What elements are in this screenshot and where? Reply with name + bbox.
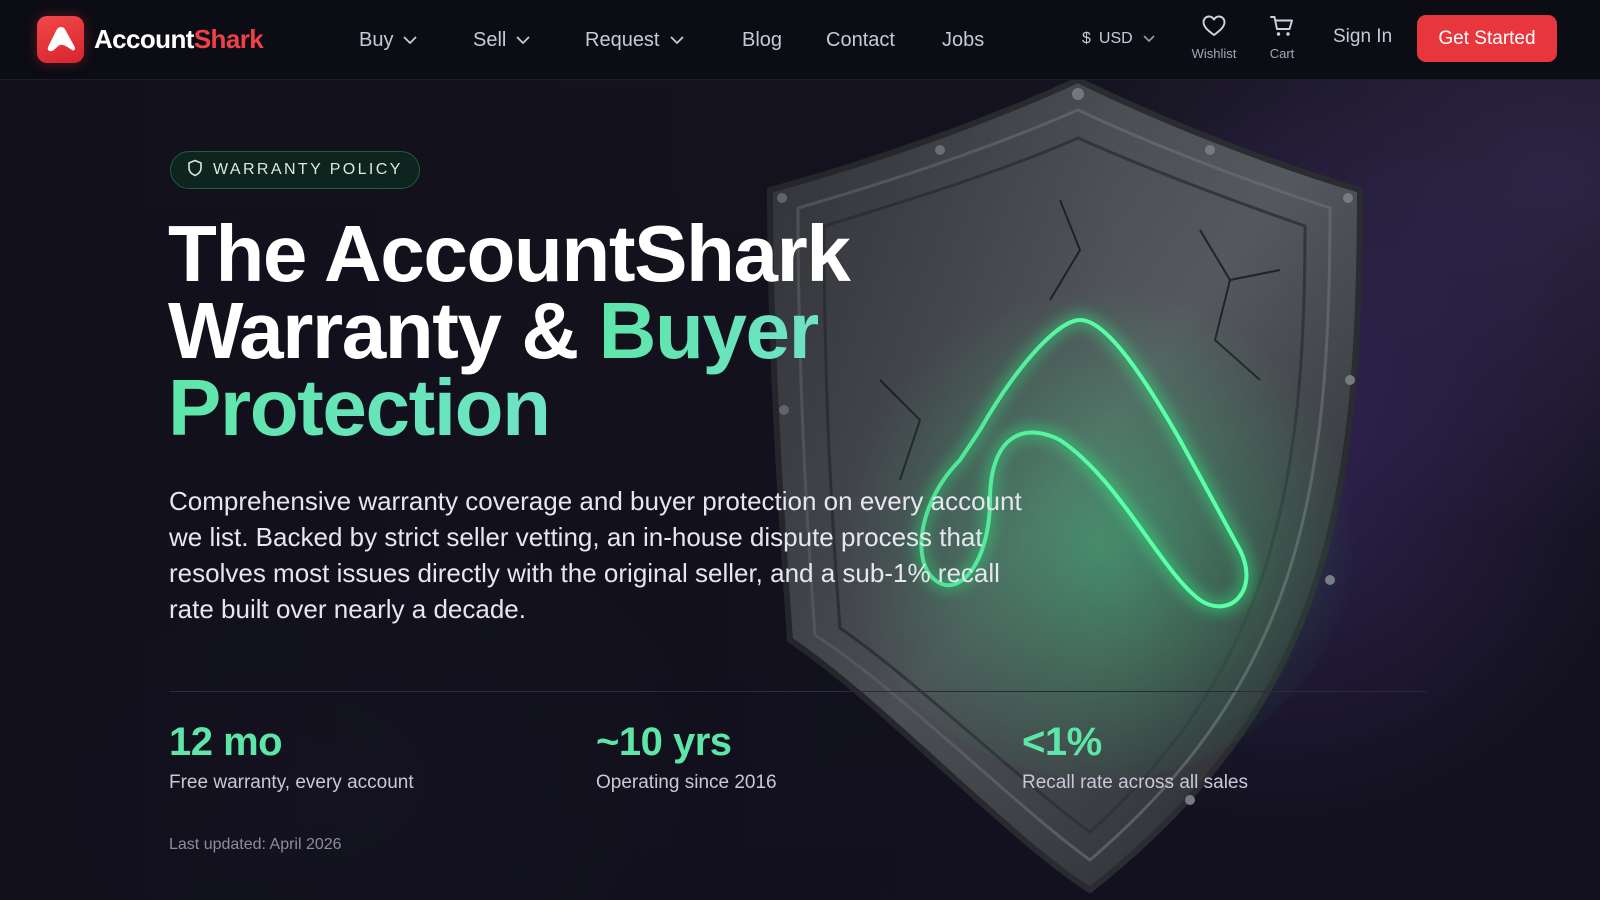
currency-selector[interactable]: $ USD [1082, 27, 1155, 51]
currency-code: USD [1098, 30, 1133, 47]
chevron-down-icon [670, 36, 684, 45]
nav-item-label: Blog [742, 28, 783, 51]
stat-value: <1% [1022, 720, 1102, 764]
cart-label: Cart [1269, 46, 1295, 61]
brand-logo[interactable]: AccountShark [37, 15, 264, 63]
brand-name-part1: Account [94, 23, 194, 54]
stat-operating: ~10 yrs Operating since 2016 [596, 714, 777, 794]
chevron-down-icon [516, 36, 530, 45]
wishlist-label: Wishlist [1191, 46, 1237, 61]
currency-symbol: $ [1082, 30, 1091, 47]
top-navbar: AccountShark Buy Sell Request Blog Conta… [0, 0, 1600, 80]
shield-icon [187, 159, 203, 182]
heart-icon [1201, 14, 1227, 43]
nav-item-jobs[interactable]: Jobs [942, 26, 984, 54]
hero-subtitle: Comprehensive warranty coverage and buye… [169, 486, 1022, 624]
cart-icon [1269, 14, 1295, 43]
last-updated: Last updated: April 2026 [169, 836, 342, 853]
brand-wordmark: AccountShark [94, 23, 264, 55]
accountshark-logo-icon [37, 15, 84, 63]
wishlist-button[interactable]: Wishlist [1186, 14, 1242, 61]
nav-item-blog[interactable]: Blog [742, 26, 782, 54]
nav-item-label: Sell [473, 28, 507, 51]
warranty-policy-badge: WARRANTY POLICY [170, 151, 420, 189]
stat-warranty: 12 mo Free warranty, every account [169, 714, 414, 794]
brand-name-part2: Shark [193, 23, 264, 54]
stat-value: 12 mo [169, 720, 283, 764]
divider [169, 691, 1427, 692]
chevron-down-icon [403, 36, 417, 45]
nav-item-contact[interactable]: Contact [826, 26, 895, 54]
hero-section: WARRANTY POLICY The AccountShark Warrant… [0, 80, 1600, 900]
stat-label: Free warranty, every account [169, 772, 414, 793]
chevron-down-icon [1143, 35, 1155, 43]
nav-item-label: Jobs [942, 28, 985, 51]
headline-highlight-protection: Protection [168, 363, 551, 452]
stat-label: Operating since 2016 [596, 772, 777, 793]
nav-item-request[interactable]: Request [585, 26, 684, 54]
nav-item-sell[interactable]: Sell [473, 26, 530, 54]
nav-item-label: Buy [359, 28, 394, 51]
page-title: The AccountShark Warranty & Buyer Protec… [168, 214, 928, 448]
nav-item-buy[interactable]: Buy [359, 26, 417, 54]
cart-button[interactable]: Cart [1254, 14, 1310, 61]
headline-line2: Warranty & [168, 286, 599, 375]
get-started-button[interactable]: Get Started [1417, 15, 1557, 62]
nav-item-label: Request [585, 28, 660, 51]
headline-line1: The AccountShark [168, 209, 851, 298]
nav-item-label: Contact [826, 28, 895, 51]
stat-recall-rate: <1% Recall rate across all sales [1022, 714, 1248, 794]
badge-label: WARRANTY POLICY [213, 161, 403, 178]
stat-value: ~10 yrs [596, 720, 732, 764]
sign-in-link[interactable]: Sign In [1333, 26, 1392, 54]
stat-label: Recall rate across all sales [1022, 772, 1248, 793]
headline-highlight-buyer: Buyer [598, 286, 820, 375]
